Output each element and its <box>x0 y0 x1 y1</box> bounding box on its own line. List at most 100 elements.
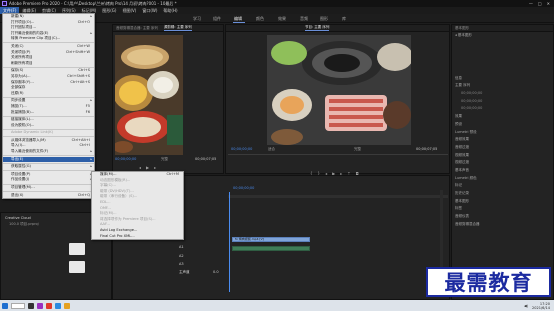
menu-help[interactable]: 帮助(H) <box>160 7 180 14</box>
menu-window[interactable]: 窗口(W) <box>139 7 160 14</box>
panel-item-lumetri-presets[interactable]: Lumetri 预设 <box>452 129 553 137</box>
file_menu-item-label: 关闭所有项目 <box>11 55 33 60</box>
file_menu-item-28[interactable]: 导入最近使用的文件(F) ▸ <box>3 149 94 155</box>
panel-item-lumetri-color[interactable]: Lumetri 颜色 <box>452 175 553 183</box>
panel-item-history[interactable]: 历史记录 <box>452 190 553 198</box>
panel-item-audio-transitions[interactable]: 音频过渡 <box>452 144 553 152</box>
file_menu-item-label: 还原(R) <box>11 90 24 95</box>
workspace-learn[interactable]: 学习 <box>193 16 201 22</box>
watermark-logo: 最需教育 <box>426 267 551 297</box>
workspace-graphics[interactable]: 图形 <box>320 16 328 22</box>
minimize-button[interactable]: — <box>529 1 533 6</box>
windows-start-icon[interactable] <box>2 302 8 309</box>
file_menu-item-label: 全部保存 <box>11 85 26 90</box>
window-titlebar: Adobe Premiere Pro 2020 - C:\用户\Desktop\… <box>0 0 554 7</box>
panel-item-markers[interactable]: 标记 <box>452 182 553 190</box>
menu-graphics[interactable]: 图形(G) <box>99 7 119 14</box>
panel-item-essential-graphics-2[interactable]: 基本图形 <box>452 198 553 206</box>
file_menu-item-label: 获取属性(G) <box>11 164 31 169</box>
panel-item-video-transitions[interactable]: 视频过渡 <box>452 159 553 167</box>
tab-effect-controls[interactable]: 音频剪辑混合器: 主要 序列 <box>116 26 158 31</box>
workspace-assembly[interactable]: 组件 <box>213 16 221 22</box>
workspace-effects[interactable]: 效果 <box>278 16 286 22</box>
taskbar-app-icon[interactable] <box>46 302 52 309</box>
timeline-video-clip[interactable]: fx 烤肉视频.mp4 [V] <box>232 237 310 242</box>
submenu-arrow-icon: ▸ <box>90 149 92 154</box>
tab-program[interactable]: 节目: 主要 序列 <box>305 25 330 31</box>
source-timecode-current[interactable]: 00;00;00;00 <box>115 157 136 161</box>
file_menu-item-label: 同步设置 <box>11 98 26 103</box>
file_menu-item-label: 从媒体浏览器导入(M) <box>11 137 46 142</box>
panel-item-audio-clip-mixer[interactable]: 音频剪辑混合器 <box>452 221 553 229</box>
file_menu-item-19[interactable]: 批量捕捉(B)... F6 <box>3 110 94 116</box>
panel-item-audio-effects[interactable]: 音频效果 <box>452 136 553 144</box>
export_submenu-item-label: 磁带（串行设备）(S)... <box>100 194 138 199</box>
program-quality-dropdown[interactable]: 完整 <box>354 147 361 152</box>
panel-item-video-effects[interactable]: 视频效果 <box>452 152 553 160</box>
task-view-icon[interactable] <box>28 302 34 309</box>
media-thumbnail-icon-2[interactable] <box>69 261 85 273</box>
project-item[interactable]: 100.0 项目.prproj <box>9 222 39 227</box>
file_menu-item-35[interactable]: 作品设置(J)▸ <box>3 177 94 183</box>
tab-essential-graphics[interactable]: 基本图形 <box>455 26 469 31</box>
panel-item-presets[interactable]: 预设 <box>452 121 553 129</box>
track-label-a1: A1 <box>179 245 184 249</box>
panel-item-captions[interactable]: 标签 <box>452 205 553 213</box>
file-explorer-icon[interactable] <box>64 302 70 309</box>
file_menu-item-22[interactable]: 设为脱机(O)... <box>3 123 94 129</box>
export_submenu-item-11[interactable]: Final Cut Pro XML... <box>92 234 183 240</box>
browser-taskbar-icon[interactable] <box>55 302 61 309</box>
menu-view[interactable]: 视图(V) <box>119 7 139 14</box>
clock-date: 2021/6/14 <box>532 305 550 310</box>
file_menu-item-label: 退出(X) <box>11 192 24 197</box>
source-timecode-duration: 00;00;07;05 <box>195 157 217 161</box>
master-volume-value[interactable]: 0.0 <box>213 270 219 274</box>
program-video-frame[interactable] <box>267 35 411 145</box>
panel-item-essential-graphics[interactable]: ◂ 基本图形 <box>452 32 553 40</box>
taskbar-clock[interactable]: 17:20 2021/6/14 <box>532 302 550 310</box>
file_menu-item-label: 项目设置(P) <box>11 171 31 176</box>
workspace-color[interactable]: 颜色 <box>256 16 264 22</box>
program-timecode-current[interactable]: 00;00;00;00 <box>231 147 252 151</box>
close-button[interactable]: ✕ <box>547 1 550 6</box>
export_submenu-item-label: EDL... <box>100 199 111 204</box>
volume-icon[interactable]: ◀) <box>524 304 528 308</box>
file_menu-item-9[interactable]: 刷新所有项目 <box>3 61 94 67</box>
panel-item-effects[interactable]: 效果 <box>452 113 553 121</box>
export_submenu-item-label: Final Cut Pro XML... <box>100 233 135 238</box>
timeline-ruler[interactable] <box>228 195 448 198</box>
submenu-arrow-icon: ▸ <box>90 164 92 169</box>
source-video-frame[interactable] <box>115 35 183 155</box>
timeline-timecode[interactable]: 00;00;00;00 <box>233 186 254 190</box>
timeline-playhead[interactable] <box>229 192 230 292</box>
file_menu-item-39[interactable]: 退出(X) Ctrl+Q <box>3 193 94 199</box>
file_menu-item-32[interactable]: 获取属性(G) ▸ <box>3 164 94 170</box>
source-step-forward-icon[interactable]: ▸ <box>154 165 156 170</box>
file_menu-item-30[interactable]: 导出(E) ▸ <box>3 156 94 163</box>
workspace-audio[interactable]: 音频 <box>300 16 308 22</box>
timeline-audio-clip[interactable] <box>232 246 310 251</box>
file_menu-item-37[interactable]: 项目管理(M)... <box>3 185 94 191</box>
media-thumbnail-icon[interactable] <box>69 243 85 255</box>
maximize-button[interactable]: □ <box>538 1 542 6</box>
premiere-taskbar-icon[interactable] <box>37 302 43 309</box>
file_menu-item-15[interactable]: 还原(R) <box>3 91 94 97</box>
program-fit-dropdown[interactable]: 适合 <box>268 147 275 152</box>
source-play-icon[interactable]: ▶ <box>146 165 149 170</box>
panel-item-essential-sound[interactable]: 基本声音 <box>452 167 553 175</box>
panel-item-tc-2: 00;00;00;00 <box>461 98 483 103</box>
panel-item-info[interactable]: 信息 <box>452 75 553 83</box>
track-label-master: 主声道 <box>179 270 190 274</box>
tab-source-clip[interactable]: 源剪辑: 主要 序列 <box>163 25 192 31</box>
program-scrub-bar[interactable] <box>228 154 448 155</box>
file_menu-item-label: 捕捉(T)... <box>11 103 27 108</box>
source-fit-dropdown[interactable]: 完整 <box>161 157 168 162</box>
file_menu-item-label: 刷新所有项目 <box>11 60 33 65</box>
panel-item-audio-meters[interactable]: 音频仪表 <box>452 213 553 221</box>
file_menu-item-4[interactable]: 转换 Premiere Clip 项目(C)... <box>3 36 94 42</box>
source-step-back-icon[interactable]: ◂ <box>139 165 141 170</box>
workspace-libraries[interactable]: 库 <box>342 16 346 22</box>
taskbar-search-input[interactable] <box>11 302 25 309</box>
file_menu-item-label: 新建(N) <box>11 14 24 18</box>
file_menu-item-label: 打开最近使用的内容(E) <box>11 30 49 35</box>
